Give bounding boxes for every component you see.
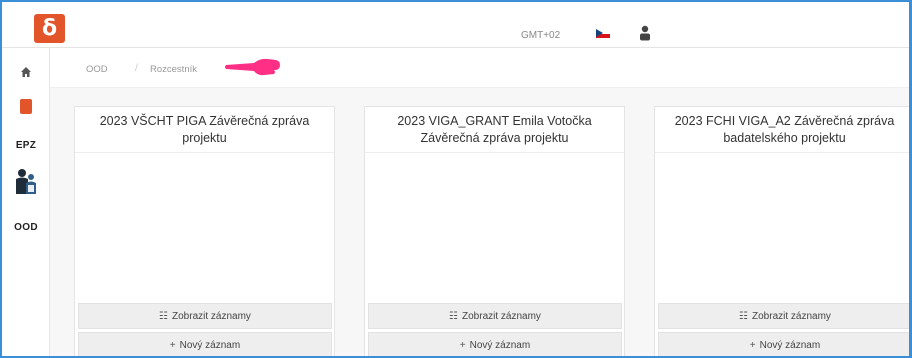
sidebar-item-epz[interactable]: EPZ — [2, 138, 50, 152]
plus-icon: + — [459, 339, 466, 351]
card: 2023 FCHI VIGA_A2 Závěrečná zpráva badat… — [654, 106, 909, 356]
list-icon: ☷ — [739, 310, 749, 322]
new-record-label: Nový záznam — [469, 339, 531, 351]
show-records-button[interactable]: ☷ Zobrazit záznamy — [368, 303, 622, 329]
plus-icon: + — [749, 339, 756, 351]
show-records-label: Zobrazit záznamy — [462, 310, 541, 322]
breadcrumb-separator: / — [135, 63, 138, 74]
app-window: δ GMT+02 EPZ OOD OOD / Rozcestník 2023 V… — [0, 0, 912, 358]
timezone-label: GMT+02 — [521, 30, 561, 41]
breadcrumb: OOD / Rozcestník — [50, 48, 909, 88]
red-document-icon — [20, 98, 32, 114]
new-record-label: Nový záznam — [179, 339, 241, 351]
plus-icon: + — [169, 339, 176, 351]
sidebar-item-home[interactable] — [2, 64, 50, 80]
header-empty-area — [665, 16, 909, 44]
show-records-label: Zobrazit záznamy — [172, 310, 251, 322]
cz-flag-icon[interactable] — [596, 29, 610, 38]
sidebar-item-people[interactable] — [2, 167, 50, 197]
show-records-button[interactable]: ☷ Zobrazit záznamy — [78, 303, 332, 329]
people-icon — [16, 169, 36, 194]
top-bar: δ GMT+02 — [2, 2, 909, 48]
main-content: 2023 VŠCHT PIGA Závěrečná zpráva projekt… — [50, 88, 909, 356]
user-icon[interactable] — [638, 25, 652, 41]
pointing-hand-icon — [225, 58, 280, 76]
show-records-label: Zobrazit záznamy — [752, 310, 831, 322]
show-records-button[interactable]: ☷ Zobrazit záznamy — [658, 303, 909, 329]
card-title: 2023 VŠCHT PIGA Závěrečná zpráva projekt… — [75, 107, 334, 153]
breadcrumb-item-ood[interactable]: OOD — [86, 64, 108, 75]
breadcrumb-item-current: Rozcestník — [150, 64, 197, 75]
new-record-button[interactable]: + Nový záznam — [658, 332, 909, 356]
list-icon: ☷ — [449, 310, 459, 322]
new-record-button[interactable]: + Nový záznam — [368, 332, 622, 356]
new-record-button[interactable]: + Nový záznam — [78, 332, 332, 356]
card-title: 2023 VIGA_GRANT Emila Votočka Závěrečná … — [365, 107, 624, 153]
list-icon: ☷ — [159, 310, 169, 322]
sidebar-item-ood[interactable]: OOD — [2, 220, 50, 234]
new-record-label: Nový záznam — [759, 339, 821, 351]
card: 2023 VIGA_GRANT Emila Votočka Závěrečná … — [364, 106, 625, 356]
sidebar: EPZ OOD — [2, 48, 50, 356]
sidebar-item-label: EPZ — [15, 139, 37, 151]
logo-glyph: δ — [41, 15, 58, 41]
card-title: 2023 FCHI VIGA_A2 Závěrečná zpráva badat… — [655, 107, 909, 153]
sidebar-item-label: OOD — [14, 221, 38, 233]
sidebar-item-document[interactable] — [2, 97, 50, 115]
card: 2023 VŠCHT PIGA Závěrečná zpráva projekt… — [74, 106, 335, 356]
app-logo[interactable]: δ — [34, 14, 65, 43]
home-icon — [21, 67, 31, 77]
